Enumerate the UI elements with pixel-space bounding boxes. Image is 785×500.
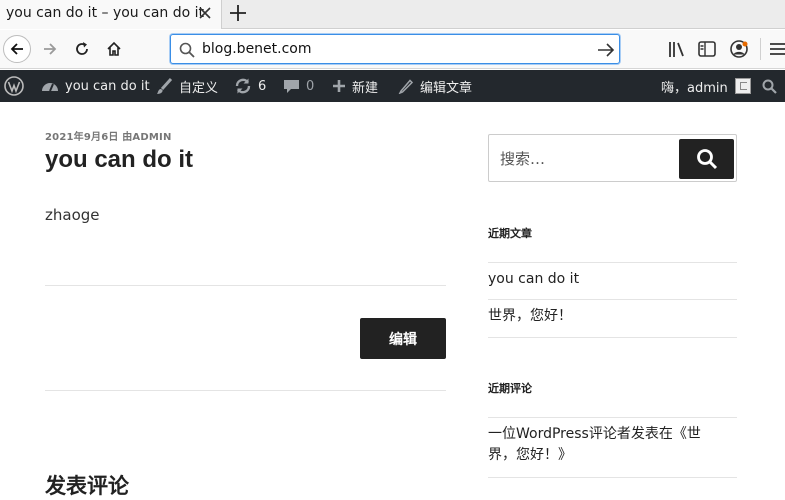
comments-link[interactable]: 0 (283, 70, 314, 102)
tab-title: you can do it – you can do it (6, 5, 205, 21)
post-title: you can do it (45, 146, 194, 173)
site-name-link[interactable]: you can do it (41, 70, 150, 102)
go-arrow-icon[interactable] (597, 42, 615, 58)
updates-count: 6 (258, 78, 267, 94)
divider (488, 337, 737, 338)
post-meta[interactable]: 2021年9月6日 由ADMIN (45, 128, 172, 143)
updates-link[interactable]: 6 (234, 70, 266, 102)
url-bar[interactable]: blog.benet.com (170, 34, 620, 64)
edit-button[interactable]: 编辑 (360, 318, 446, 359)
divider (488, 299, 737, 300)
arrow-right-icon (44, 43, 57, 55)
home-icon (107, 41, 121, 56)
forward-button[interactable] (36, 35, 64, 63)
edit-post-link[interactable]: 编辑文章 (398, 70, 472, 102)
customize-link[interactable]: 自定义 (156, 70, 218, 102)
comment-bubble-icon (284, 79, 299, 93)
menu-icon[interactable] (770, 42, 785, 56)
reload-icon (76, 42, 88, 55)
arrow-left-icon (10, 43, 23, 55)
comment-heading: 发表评论 (45, 474, 129, 498)
search-input[interactable]: 搜索… (500, 148, 545, 169)
back-button[interactable] (3, 35, 31, 63)
recent-posts-title: 近期文章 (488, 227, 532, 240)
tab-strip: you can do it – you can do it (0, 0, 785, 29)
comments-count: 0 (306, 78, 315, 94)
admin-search-button[interactable] (762, 70, 783, 102)
customize-label: 自定义 (179, 80, 219, 96)
recent-comments-title: 近期评论 (488, 382, 532, 395)
search-icon (762, 79, 777, 94)
divider (488, 417, 737, 418)
plus-icon (333, 80, 345, 92)
divider (45, 390, 446, 391)
post-body: zhaoge (45, 206, 100, 224)
pencil-icon (398, 79, 414, 94)
wp-logo-button[interactable] (4, 70, 30, 102)
avatar (734, 78, 751, 94)
paintbrush-icon (157, 77, 173, 94)
recent-post-link[interactable]: you can do it (488, 269, 738, 290)
edit-post-label: 编辑文章 (420, 80, 473, 96)
dashboard-icon (42, 83, 58, 92)
wp-admin-bar: you can do it 自定义 6 0 新建 编辑文章 嗨，admin (0, 70, 785, 102)
home-button[interactable] (100, 35, 128, 63)
my-account-link[interactable]: 嗨，admin (661, 70, 751, 102)
url-text: blog.benet.com (202, 41, 312, 57)
search-form: 搜索… (488, 134, 737, 182)
recent-post-link[interactable]: 世界，您好！ (488, 306, 738, 327)
site-name: you can do it (65, 78, 150, 94)
search-button[interactable] (679, 139, 734, 179)
browser-tab[interactable]: you can do it – you can do it (0, 0, 222, 29)
wordpress-icon (4, 76, 24, 96)
divider (45, 285, 446, 286)
search-icon (696, 149, 717, 170)
new-content-link[interactable]: 新建 (332, 70, 378, 102)
library-icon[interactable] (668, 41, 686, 58)
divider (488, 477, 737, 478)
account-icon[interactable] (730, 40, 748, 58)
divider (488, 262, 737, 263)
reload-button[interactable] (68, 35, 96, 63)
new-label: 新建 (352, 80, 379, 96)
separator (760, 38, 761, 60)
greeting-text: 嗨，admin (661, 80, 728, 96)
search-icon (179, 42, 195, 58)
close-icon[interactable] (196, 4, 214, 22)
new-tab-icon[interactable] (228, 3, 248, 23)
updates-icon (235, 78, 251, 94)
recent-comment-link[interactable]: 一位WordPress评论者发表在《世界，您好！》 (488, 424, 728, 466)
sidebar-icon[interactable] (698, 41, 716, 57)
navigation-toolbar: blog.benet.com (0, 30, 785, 69)
